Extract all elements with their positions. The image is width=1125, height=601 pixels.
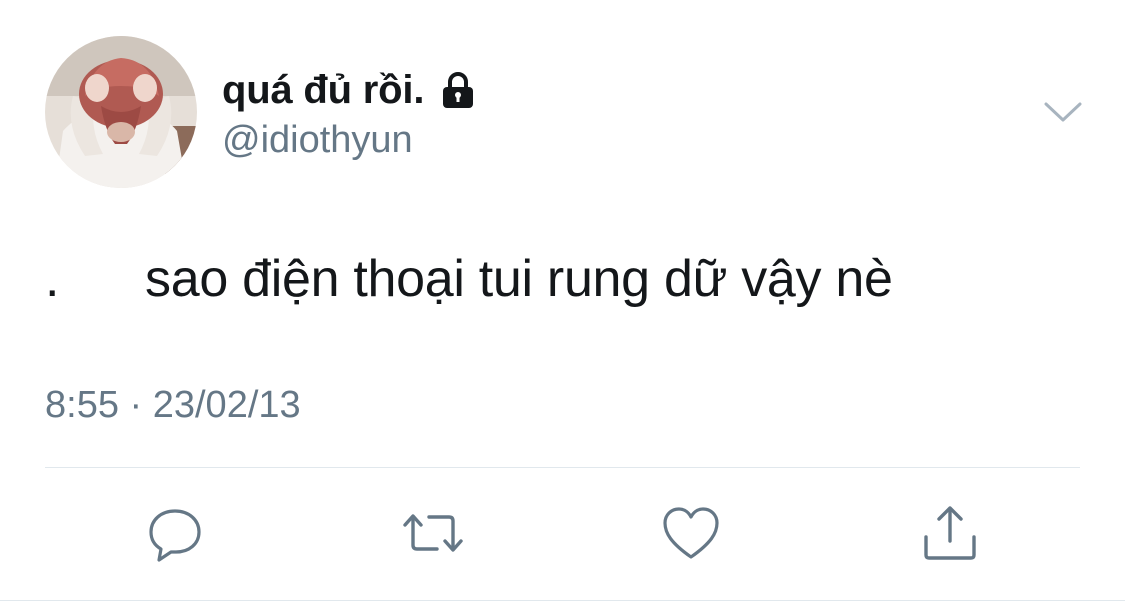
- retweet-button[interactable]: [403, 503, 463, 563]
- retweet-icon: [403, 514, 463, 552]
- tweet-timestamp[interactable]: 8:55 · 23/02/13: [45, 383, 301, 429]
- like-icon: [663, 507, 719, 559]
- chevron-down-icon[interactable]: [1040, 92, 1086, 132]
- reply-icon: [149, 509, 201, 562]
- avatar[interactable]: [45, 36, 197, 188]
- display-name[interactable]: quá đủ rồi.: [222, 70, 424, 110]
- user-handle[interactable]: @idiothyun: [222, 118, 413, 164]
- user-name-row: quá đủ rồi.: [222, 62, 478, 118]
- lock-icon: [438, 70, 478, 110]
- like-button[interactable]: [661, 503, 721, 563]
- tweet-prefix: .: [45, 250, 60, 308]
- tweet-text: . sao điện thoại tui rung dữ vậy nè: [45, 248, 893, 310]
- reply-button[interactable]: [145, 503, 205, 563]
- divider: [45, 467, 1080, 468]
- share-icon: [924, 506, 976, 560]
- avatar-photo: [45, 36, 197, 188]
- share-button[interactable]: [920, 503, 980, 563]
- tweet-body: sao điện thoại tui rung dữ vậy nè: [145, 250, 893, 308]
